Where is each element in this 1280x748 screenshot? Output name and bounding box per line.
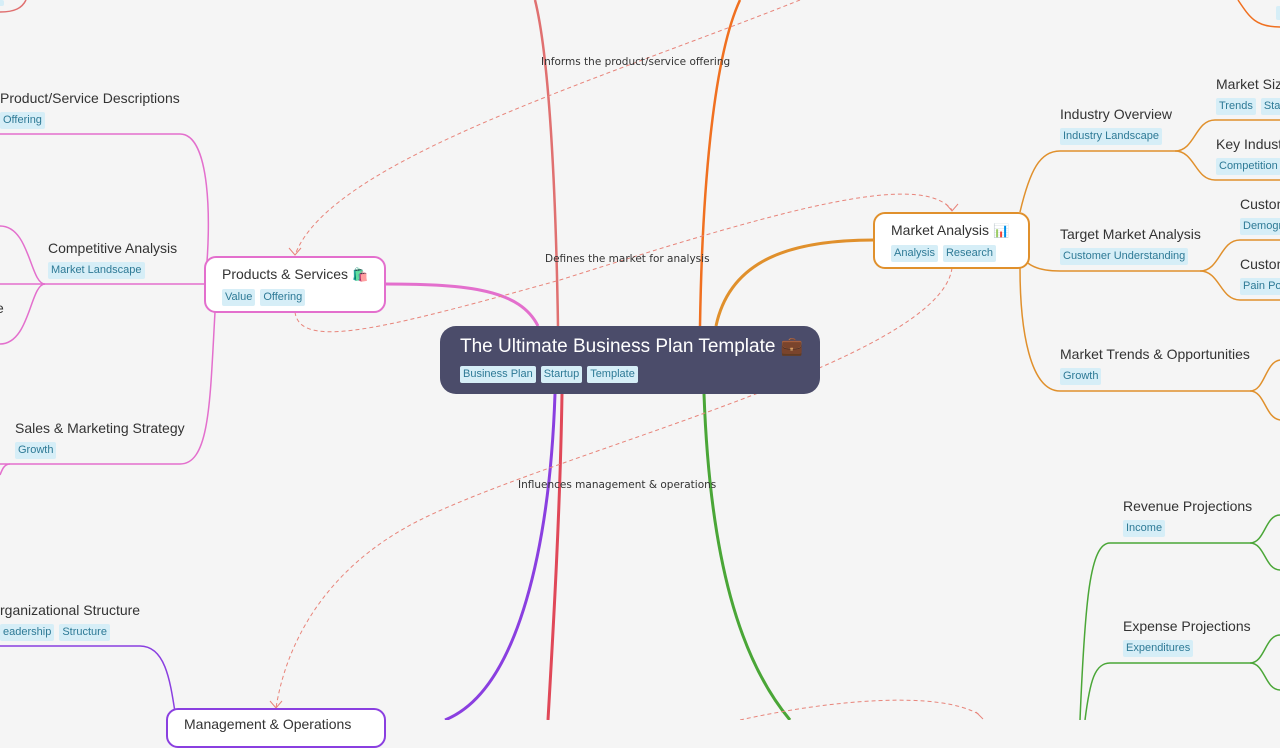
relation-label-influences: Influences management & operations [518,479,717,491]
key-industry-node[interactable]: Key Indust Competition [1216,136,1280,175]
product-descriptions-node[interactable]: Product/Service Descriptions Offering [0,90,180,129]
trends-sub-link-2 [1249,390,1280,421]
market-link-industry [1019,150,1175,213]
sales-marketing-node[interactable]: Sales & Marketing Strategy Growth [15,420,185,459]
branch-top-right-partial [1237,0,1280,28]
market-analysis-node[interactable]: Market Analysis 📊 Analysis Research [873,212,1030,269]
branch-bottom-red [546,393,564,720]
node-tag[interactable]: Trends [1216,98,1256,115]
branch-products [384,282,540,327]
node-title: Market Size [1216,76,1280,92]
industry-overview-node[interactable]: Industry Overview Industry Landscape [1060,106,1172,145]
node-tag[interactable]: Growth [1060,368,1102,385]
branch-financial [702,393,792,720]
briefcase-icon: 💼 [780,336,804,356]
relation-informs-arrow [288,247,302,256]
root-tag[interactable]: Startup [540,366,583,383]
market-size-node[interactable]: Market Size Trends Stat [1216,76,1280,115]
node-tag[interactable]: Competition [1216,158,1280,175]
root-tag[interactable]: Business Plan [460,366,536,383]
relation-bottom-arrow [975,711,984,720]
node-tag[interactable]: Income [1123,520,1166,537]
node-tag[interactable]: Market Landscape [48,262,145,279]
management-link-org [0,645,176,713]
node-tag[interactable]: Demogr [1240,218,1280,235]
node-tag[interactable]: Stat [1260,98,1280,115]
root-title: The Ultimate Business Plan Template [460,336,776,357]
node-tag[interactable]: Expenditures [1123,640,1194,657]
trends-sub-link-1 [1249,359,1280,392]
competitive-analysis-node[interactable]: Competitive Analysis Market Landscape [48,240,177,279]
node-title: Target Market Analysis [1060,226,1201,242]
expense-projections-node[interactable]: Expense Projections Expenditures [1123,618,1251,657]
node-tag[interactable]: Growth [15,442,57,459]
revenue-projections-node[interactable]: Revenue Projections Income [1123,498,1252,537]
relation-label-informs: Informs the product/service offering [541,56,731,68]
branch-top-orange [698,0,742,327]
node-title: Custom [1240,196,1280,212]
market-trends-node[interactable]: Market Trends & Opportunities Growth [1060,346,1250,385]
node-tag[interactable]: Structure [59,624,110,641]
market-tag[interactable]: Analysis [891,245,938,262]
customer-pain-points-node[interactable]: Custom Pain Poi [1240,256,1280,295]
node-title: rganizational Structure [0,602,141,618]
partial-tag [0,0,4,6]
node-title: Market Trends & Opportunities [1060,346,1250,362]
products-tag[interactable]: Offering [260,289,306,306]
root-tag[interactable]: Template [587,366,638,383]
node-title: Industry Overview [1060,106,1173,122]
competitive-sub-link-2 [0,283,46,345]
node-title: Revenue Projections [1123,498,1253,514]
partial-text: e [0,300,4,316]
management-title: Management & Operations [184,716,352,732]
financial-link-expense [1084,662,1250,720]
node-tag[interactable]: eadership [0,624,55,641]
market-tag[interactable]: Research [942,245,997,262]
root-node[interactable]: The Ultimate Business Plan Template 💼 Bu… [440,326,820,394]
node-title: Competitive Analysis [48,240,178,256]
node-tag[interactable]: Industry Landscape [1060,128,1163,145]
management-operations-node[interactable]: Management & Operations [166,708,386,748]
relation-label-defines: Defines the market for analysis [545,253,710,265]
bar-chart-icon: 📊 [992,223,1010,238]
products-services-node[interactable]: Products & Services 🛍️ Value Offering [204,256,386,313]
customer-demographics-node[interactable]: Custom Demogr [1240,196,1280,235]
node-title: Sales & Marketing Strategy [15,420,185,436]
competitive-sub-link-1 [0,225,46,285]
target-market-node[interactable]: Target Market Analysis Customer Understa… [1060,226,1201,265]
shopping-bags-icon: 🛍️ [351,267,369,282]
products-tag[interactable]: Value [222,289,256,306]
branch-management [444,393,557,720]
node-tag[interactable]: Pain Poi [1240,278,1280,295]
expense-sub-link-1 [1249,634,1280,664]
node-tag[interactable]: Offering [0,112,45,129]
node-title: Product/Service Descriptions [0,90,180,106]
expense-sub-link-2 [1249,662,1280,691]
branch-top-red [533,0,560,327]
organizational-structure-node[interactable]: rganizational Structure eadership Struct… [0,602,140,641]
node-title: Custom [1240,256,1280,272]
products-title: Products & Services [222,266,349,282]
market-title: Market Analysis [891,222,990,238]
sales-sub-link [0,463,11,476]
revenue-sub-link-2 [1249,542,1280,571]
relation-informs-line [294,0,801,256]
node-tag[interactable]: Customer Understanding [1060,248,1189,265]
node-title: Key Indust [1216,136,1280,152]
revenue-sub-link-1 [1249,514,1280,544]
partial-tag [1276,6,1280,20]
node-title: Expense Projections [1123,618,1251,634]
branch-market [714,238,875,327]
